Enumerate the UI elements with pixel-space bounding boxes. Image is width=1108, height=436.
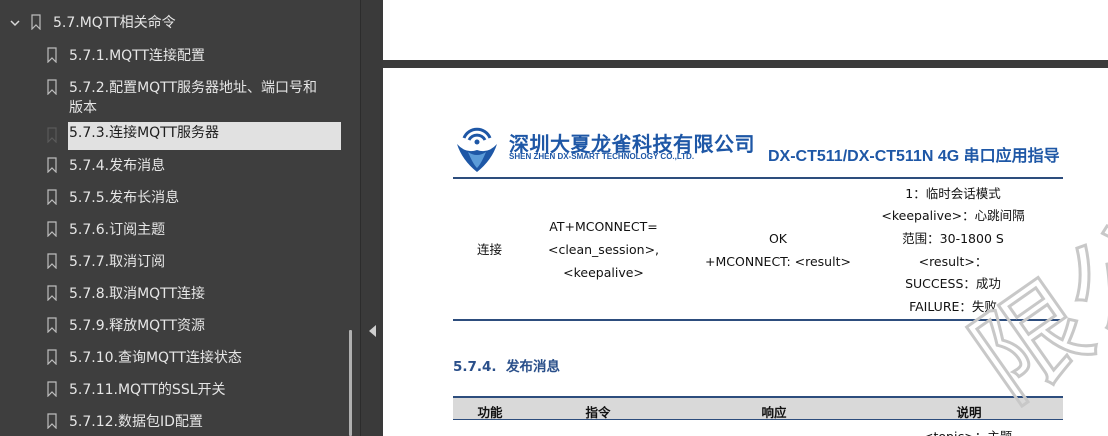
bookmark-label: 5.7.3.连接MQTT服务器 [68,122,341,150]
table-cell-description-line: 范围：30-1800 S [902,231,1004,246]
table-cell-function: 连接 [477,242,503,257]
bookmark-item[interactable]: 5.7.1.MQTT连接配置 [0,45,345,67]
bookmark-label: 5.7.9.释放MQTT资源 [69,318,206,334]
bookmark-icon [47,47,57,63]
bookmark-item[interactable]: 5.7.6.订阅主题 [0,219,345,241]
table-header-response: 响应 [761,405,787,420]
bookmark-label: 5.7.MQTT相关命令 [53,15,176,31]
sidebar-scrollbar-track[interactable] [345,0,360,436]
company-name-en: SHEN ZHEN DX-SMART TECHNOLOGY CO.,LTD. [509,152,695,161]
bookmark-icon [47,157,57,173]
bookmark-item[interactable]: 5.7.5.发布长消息 [0,187,345,209]
page-gap [383,60,1108,68]
bookmark-label: 5.7.6.订阅主题 [69,222,166,238]
sidebar-scrollbar-thumb[interactable] [349,330,352,436]
bookmark-icon [47,189,57,205]
bookmark-label: 5.7.7.取消订阅 [69,254,166,270]
table-cell-description-line: <result>： [918,254,988,269]
table-cell-description-line: SUCCESS：成功 [905,276,1001,291]
table-header-command: 指令 [585,405,611,420]
bookmark-icon [47,79,57,95]
table-cell-command-line: <keepalive> [563,265,644,280]
table-header-row: 功能 指令 响应 说明 [453,396,1063,420]
bookmark-parent-5-7[interactable]: 5.7.MQTT相关命令 [0,12,345,34]
section-heading: 5.7.4. 发布消息 [453,355,560,375]
bookmark-icon [47,349,57,365]
document-viewport[interactable]: 深圳大夏龙雀科技有限公司 SHEN ZHEN DX-SMART TECHNOLO… [383,0,1108,436]
bookmark-label-line1: 5.7.2.配置MQTT服务器地址、端口号和 [69,80,318,96]
bookmark-item[interactable]: 5.7.10.查询MQTT连接状态 [0,347,345,369]
document-page: 深圳大夏龙雀科技有限公司 SHEN ZHEN DX-SMART TECHNOLO… [383,68,1108,436]
company-logo [457,127,497,172]
bookmark-label: 5.7.4.发布消息 [69,158,166,174]
bookmark-label-line2: 版本 [69,100,97,116]
bookmark-label: 5.7.11.MQTT的SSL开关 [69,382,226,398]
document-title: DX-CT511/DX-CT511N 4G 串口应用指导 [768,148,1060,165]
bookmark-icon [47,221,57,237]
bookmark-icon [47,127,57,143]
table-cell-command-line: <clean_session>, [547,242,660,257]
bookmark-label: 5.7.10.查询MQTT连接状态 [69,350,242,366]
previous-page-bottom [383,0,1108,60]
bookmark-item[interactable]: 5.7.7.取消订阅 [0,251,345,273]
table-cell-peek: <topic>：主题 [923,426,1012,436]
bookmark-icon [47,285,57,301]
bookmark-icon [31,14,41,30]
bookmark-item[interactable]: 5.7.4.发布消息 [0,155,345,177]
bookmark-item[interactable]: 5.7.9.释放MQTT资源 [0,315,345,337]
header-rule [453,177,1063,179]
section-number: 5.7.4. [453,359,497,375]
table-bottom-rule [453,319,1063,321]
bookmark-item[interactable]: 5.7.8.取消MQTT连接 [0,283,345,305]
panel-splitter[interactable] [360,0,383,436]
table-cell-response-line: OK [768,231,788,246]
table-cell-response-line: +MCONNECT: <result> [705,254,851,269]
table-header-function: 功能 [477,405,503,420]
bookmark-item[interactable]: 5.7.2.配置MQTT服务器地址、端口号和 版本 [0,77,345,119]
chevron-down-icon[interactable] [9,17,21,29]
table-cell-description-line: 1：临时会话模式 [905,186,1001,201]
bookmark-item[interactable]: 5.7.11.MQTT的SSL开关 [0,379,345,401]
bookmark-item[interactable]: 5.7.12.数据包ID配置 [0,411,345,433]
bookmark-icon [47,253,57,269]
bookmarks-panel: 5.7.MQTT相关命令 5.7.1.MQTT连接配置 5.7.2.配置MQTT… [0,0,360,436]
bookmark-label: 5.7.12.数据包ID配置 [69,414,203,430]
table-cell-description-line: <keepalive>：心跳间隔 [881,208,1025,223]
triangle-left-icon[interactable] [369,325,377,337]
section-title: 发布消息 [505,359,560,375]
bookmark-item-selected[interactable]: 5.7.3.连接MQTT服务器 [0,122,345,150]
table-header-description: 说明 [956,405,982,420]
bookmark-label: 5.7.1.MQTT连接配置 [69,48,206,64]
bookmark-icon [47,413,57,429]
bookmark-label: 5.7.8.取消MQTT连接 [69,286,206,302]
bookmark-icon [47,317,57,333]
bookmark-label: 5.7.5.发布长消息 [69,190,180,206]
table-cell-description-line: FAILURE：失败 [909,299,997,314]
bookmark-icon [47,381,57,397]
table-cell-command-line: AT+MCONNECT= [549,219,658,234]
